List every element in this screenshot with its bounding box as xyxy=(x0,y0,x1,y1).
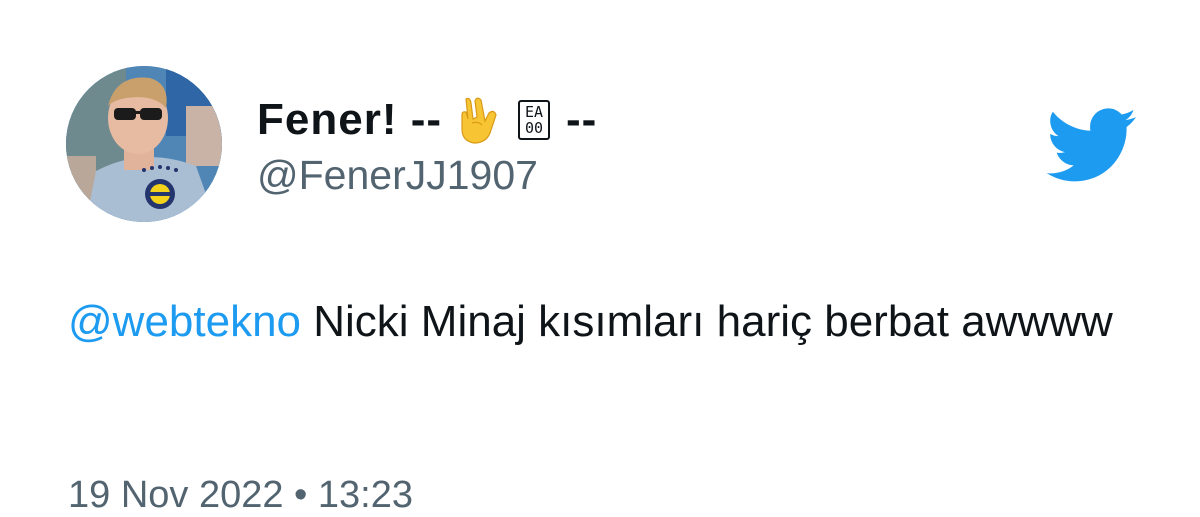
mention-link[interactable]: @webtekno xyxy=(68,297,301,346)
author-name-prefix: Fener! -- xyxy=(257,95,442,144)
horns-hand-emoji-icon xyxy=(456,95,502,145)
tweet-body: Nicki Minaj kısımları hariç berbat awwww xyxy=(301,297,1113,346)
author-name-suffix: -- xyxy=(566,95,598,144)
tweet-text: @webtekno Nicki Minaj kısımları hariç be… xyxy=(68,290,1148,353)
author-handle[interactable]: @FenerJJ1907 xyxy=(257,152,538,199)
avatar-photo xyxy=(66,66,222,222)
author-display-name[interactable]: Fener! -- EA 00 -- xyxy=(257,92,597,148)
ea-glyph-bottom: 00 xyxy=(524,119,544,137)
ea-glyph-icon: EA 00 xyxy=(518,100,550,140)
tweet-timestamp[interactable]: 19 Nov 2022 • 13:23 xyxy=(68,474,413,517)
ea-glyph-top: EA xyxy=(524,103,544,121)
twitter-bird-icon[interactable] xyxy=(1046,108,1138,184)
avatar[interactable] xyxy=(66,66,222,222)
